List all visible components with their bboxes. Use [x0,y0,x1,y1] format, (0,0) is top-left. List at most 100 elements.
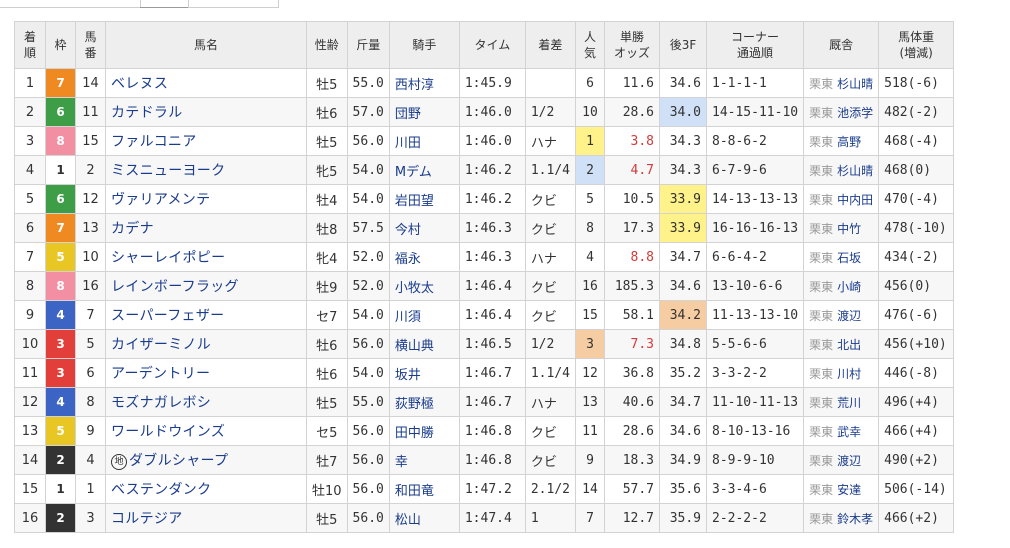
jockey-link[interactable]: Mデム [395,165,432,180]
header-body-weight[interactable]: 馬体重 (増減) [878,21,955,69]
horse-name-link[interactable]: カテドラル [111,105,183,121]
corner-cell: 8-10-13-16 [705,416,805,446]
waku-cell: 2 [45,503,76,533]
header-sex-age[interactable]: 性齢 [306,21,348,69]
header-time[interactable]: タイム [458,21,526,69]
trainer-link[interactable]: 安達 [837,483,861,497]
rank-cell: 7 [14,242,46,272]
last3f-cell: 34.7 [659,242,707,272]
trainer-link[interactable]: 渡辺 [837,454,861,468]
last3f-cell: 34.3 [659,126,707,156]
stable-cell: 栗東 池添学 [803,97,880,127]
stable-location: 栗東 [809,424,834,439]
corner-cell: 1-1-1-1 [705,68,805,98]
trainer-link[interactable]: 荒川 [837,396,861,410]
jockey-link[interactable]: 和田竜 [395,484,434,499]
rank-cell: 4 [14,155,46,185]
header-popularity[interactable]: 人気 [575,21,605,69]
horse-name-link[interactable]: モズナガレボシ [111,395,211,411]
horse-name-link[interactable]: レインボーフラッグ [111,279,239,295]
trainer-link[interactable]: 池添学 [837,106,873,120]
jockey-link[interactable]: 西村淳 [395,78,434,93]
header-rank[interactable]: 着順 [14,21,46,69]
trainer-link[interactable]: 中内田 [837,193,873,207]
trainer-link[interactable]: 川村 [837,367,861,381]
sex-age-cell: セ5 [306,416,348,446]
rank-cell: 16 [14,503,46,533]
jockey-link[interactable]: 幸 [395,455,408,470]
header-odds[interactable]: 単勝 オッズ [604,21,660,69]
header-umaban[interactable]: 馬番 [75,21,106,69]
table-row: 11 3 6 アーデントリー 牡6 54.0 坂井 1:46.7 1.1/4 12 36.8 35.2… [14,358,955,388]
jockey-link[interactable]: 横山典 [395,339,434,354]
trainer-link[interactable]: 石坂 [837,251,861,265]
trainer-link[interactable]: 北出 [837,338,861,352]
table-row: 15 1 1 ベステンダンク 牡10 56.0 和田竜 1:47.2 2.1/2 14 57.7 35… [14,474,955,504]
jockey-link[interactable]: 川須 [395,310,421,325]
horse-name-link[interactable]: ダブルシャープ [129,453,228,469]
stable-cell: 栗東 杉山晴 [803,68,880,98]
trainer-link[interactable]: 杉山晴 [837,77,873,91]
horse-name-link[interactable]: カイザーミノル [111,337,211,353]
horse-name-link[interactable]: ミスニューヨーク [111,163,225,179]
horse-name-link[interactable]: ヴァリアメンテ [111,192,210,208]
horse-name-link[interactable]: コルテジア [111,511,183,527]
jockey-link[interactable]: 坂井 [395,368,421,383]
trainer-link[interactable]: 鈴木孝 [837,512,873,526]
horse-name-cell: ベレヌス [105,68,307,98]
jockey-link[interactable]: 岩田望 [395,194,434,209]
horse-name-link[interactable]: アーデントリー [111,366,210,382]
jockey-link[interactable]: 田中勝 [395,426,434,441]
header-last3f[interactable]: 後3F [659,21,707,69]
horse-name-link[interactable]: ベレヌス [111,76,168,92]
trainer-link[interactable]: 高野 [837,135,861,149]
corner-cell: 14-15-11-10 [705,97,805,127]
horse-name-link[interactable]: シャーレイポピー [111,250,225,266]
jockey-link[interactable]: 小牧太 [395,281,434,296]
header-corner[interactable]: コーナー 通過順 [705,21,805,69]
last3f-cell: 34.7 [659,387,707,417]
stable-cell: 栗東 小崎 [803,271,880,301]
trainer-link[interactable]: 渡辺 [837,309,861,323]
sex-age-cell: 牡5 [306,503,348,533]
jockey-link[interactable]: 今村 [395,223,421,238]
horse-name-link[interactable]: カデナ [111,221,154,237]
stable-cell: 栗東 中竹 [803,213,880,243]
odds-cell: 18.3 [604,445,660,475]
header-waku[interactable]: 枠 [45,21,76,69]
horse-name-link[interactable]: ワールドウインズ [111,424,225,440]
corner-cell: 6-6-4-2 [705,242,805,272]
horse-name-link[interactable]: スーパーフェザー [111,308,224,324]
jockey-link[interactable]: 松山 [395,513,421,528]
header-stable[interactable]: 厩舎 [803,21,880,69]
trainer-link[interactable]: 武幸 [837,425,861,439]
jockey-link[interactable]: 荻野極 [395,397,434,412]
header-margin[interactable]: 着差 [524,21,577,69]
trainer-link[interactable]: 小崎 [837,280,861,294]
waku-cell: 8 [45,271,76,301]
popularity-cell: 8 [575,213,605,243]
odds-cell: 12.7 [604,503,660,533]
body-weight-cell: 470(-4) [878,184,955,214]
trainer-link[interactable]: 杉山晴 [837,164,873,178]
last3f-cell: 34.6 [659,68,707,98]
margin-cell [524,68,577,98]
rank-cell: 15 [14,474,46,504]
rank-cell: 10 [14,329,46,359]
weight-cell: 54.0 [346,155,390,185]
header-horse[interactable]: 馬名 [105,21,307,69]
horse-name-link[interactable]: ベステンダンク [111,482,211,498]
sex-age-cell: 牡6 [306,329,348,359]
jockey-link[interactable]: 福永 [395,252,421,267]
odds-cell: 185.3 [604,271,660,301]
jockey-link[interactable]: 川田 [395,136,421,151]
time-cell: 1:46.2 [458,184,526,214]
horse-name-link[interactable]: ファルコニア [111,134,197,150]
jockey-cell: 松山 [388,503,460,533]
last3f-cell: 33.9 [659,213,707,243]
umaban-cell: 9 [75,416,106,446]
header-jockey[interactable]: 騎手 [388,21,460,69]
jockey-link[interactable]: 団野 [395,107,421,122]
header-weight[interactable]: 斤量 [346,21,390,69]
trainer-link[interactable]: 中竹 [837,222,861,236]
